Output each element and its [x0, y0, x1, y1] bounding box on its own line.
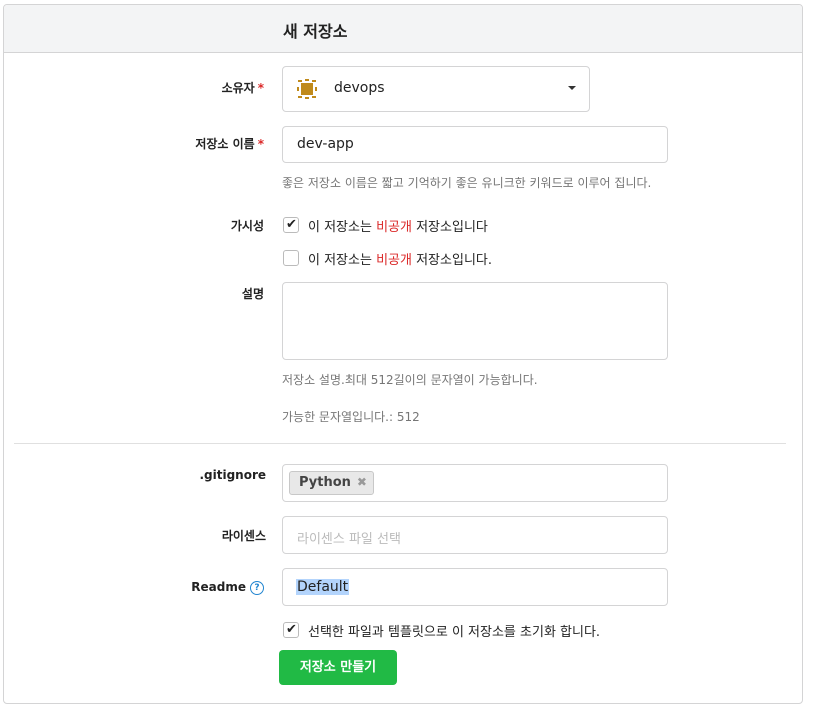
remove-tag-icon[interactable]: ✖ [357, 475, 367, 489]
owner-dropdown[interactable]: devops [282, 66, 590, 112]
license-placeholder: 라이센스 파일 선택 [297, 532, 401, 547]
gitignore-label: .gitignore [199, 468, 266, 482]
required-marker: * [257, 81, 264, 95]
repo-name-help: 좋은 저장소 이름은 짧고 기억하기 좋은 유니크한 키워드로 이루어 집니다. [282, 176, 652, 190]
required-marker: * [257, 137, 264, 151]
owner-label: 소유자 * [221, 81, 264, 95]
dropdown-caret-icon [568, 86, 576, 90]
description-help: 저장소 설명.최대 512길이의 문자열이 가능합니다. [282, 373, 538, 387]
repo-name-label: 저장소 이름 * [195, 137, 264, 151]
checkmark-icon: ✔ [286, 217, 297, 232]
visibility-option-2: 이 저장소는 비공개 저장소입니다. [308, 253, 492, 268]
panel-header: 새 저장소 [4, 5, 802, 53]
license-label: 라이센스 [221, 529, 266, 543]
repo-name-value: dev-app [297, 136, 354, 152]
owner-value: devops [334, 80, 385, 96]
visibility-label: 가시성 [230, 219, 264, 233]
init-checkbox[interactable]: ✔ [283, 622, 299, 638]
readme-dropdown[interactable]: Default [282, 568, 668, 606]
readme-label: Readme? [64, 580, 264, 595]
create-repo-button[interactable]: 저장소 만들기 [279, 650, 397, 685]
checkmark-icon: ✔ [286, 622, 297, 637]
section-divider [14, 443, 786, 444]
page-title: 새 저장소 [283, 22, 348, 41]
gitignore-tag-python[interactable]: Python ✖ [289, 471, 374, 495]
owner-avatar-icon [296, 78, 318, 100]
visibility-option-1: 이 저장소는 비공개 저장소입니다 [308, 220, 488, 235]
readme-value: Default [296, 579, 350, 595]
gitignore-multiselect[interactable]: Python ✖ [282, 464, 668, 502]
visibility-checkbox-1[interactable]: ✔ [283, 217, 299, 233]
description-textarea[interactable] [282, 282, 668, 360]
init-label: 선택한 파일과 템플릿으로 이 저장소를 초기화 합니다. [308, 625, 601, 640]
question-circle-icon[interactable]: ? [250, 580, 264, 595]
description-label: 설명 [241, 287, 264, 301]
repo-name-input[interactable]: dev-app [282, 126, 668, 163]
visibility-checkbox-2[interactable] [283, 250, 299, 266]
license-dropdown[interactable]: 라이센스 파일 선택 [282, 516, 668, 554]
description-remaining: 가능한 문자열입니다.: 512 [282, 410, 420, 424]
